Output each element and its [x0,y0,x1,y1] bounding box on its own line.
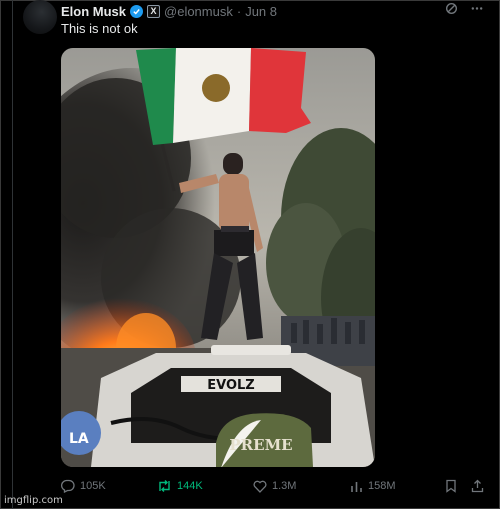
reply-count: 105K [80,480,106,492]
view-count: 158M [368,480,396,492]
avatar[interactable] [23,0,57,34]
reply-icon [61,479,75,493]
post-action-bar: 105K 144K 1.3M 158M [61,477,489,495]
share-button[interactable] [471,479,484,493]
repost-count: 144K [177,480,203,492]
header-separator: · [236,3,242,19]
bookmark-icon [446,479,456,493]
more-icon[interactable] [470,2,484,15]
like-button[interactable]: 1.3M [253,480,296,493]
protest-photo: EVOLZ LA PREME [61,48,375,467]
post-header: Elon Musk X @elonmusk · Jun 8 [61,3,277,19]
affiliate-badge-icon: X [147,4,161,18]
grok-icon[interactable] [445,2,458,15]
cap-logo-text: LA [69,431,89,447]
share-icon [471,479,484,493]
author-handle[interactable]: @elonmusk [164,4,233,19]
post-top-icons [445,2,484,15]
cap-brand-text: PREME [229,436,292,454]
repost-button[interactable]: 144K [157,479,203,493]
post[interactable]: Elon Musk X @elonmusk · Jun 8 This is no… [12,0,498,509]
like-count: 1.3M [272,480,297,492]
post-media-photo[interactable]: EVOLZ LA PREME [61,48,375,467]
post-text: This is not ok [61,21,138,36]
reply-button[interactable]: 105K [61,479,106,493]
bookmark-button[interactable] [445,479,457,493]
repost-icon [159,480,170,492]
views-button[interactable]: 158M [350,480,396,493]
like-icon [253,480,267,493]
verified-badge-icon [130,4,144,18]
car-stencil-text: EVOLZ [207,378,254,393]
post-date[interactable]: Jun 8 [245,4,277,19]
imgflip-watermark: imgflip.com [4,495,63,506]
flag-emblem [202,74,230,102]
author-name[interactable]: Elon Musk [61,4,126,19]
views-icon [351,481,362,492]
